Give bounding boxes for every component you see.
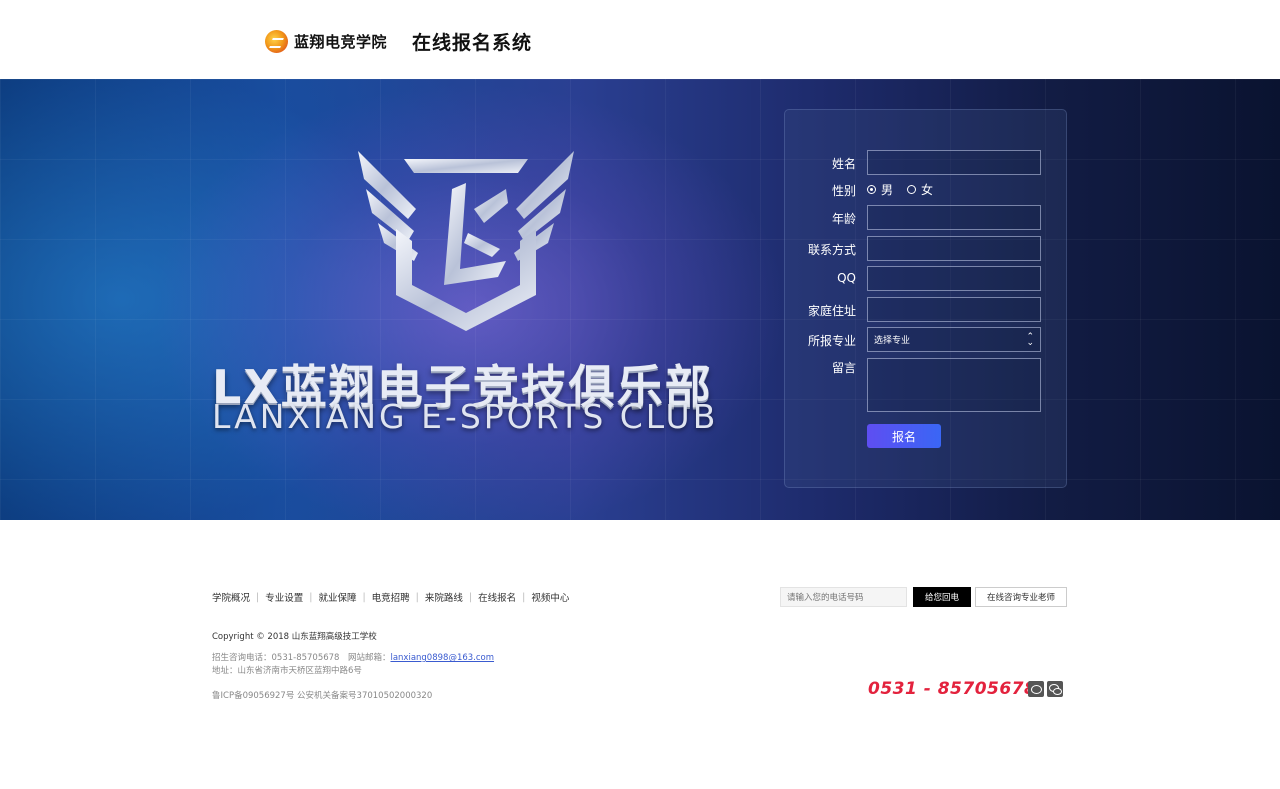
callback-button[interactable]: 给您回电 [913, 587, 971, 607]
submit-button[interactable]: 报名 [867, 424, 941, 448]
hotline-number: 0531 - 85705678 [868, 679, 1037, 699]
major-label: 所报专业 [807, 334, 856, 348]
select-arrows-icon: ⌃ ⌄ [1026, 331, 1034, 348]
banner-texture [0, 79, 1280, 520]
name-input[interactable] [867, 150, 1041, 175]
gender-radio-group: 男 女 [867, 181, 947, 198]
gender-option-male[interactable]: 男 [867, 181, 893, 198]
gender-option-female[interactable]: 女 [907, 181, 933, 198]
gender-option-label: 男 [881, 183, 894, 197]
radio-button-female[interactable] [907, 185, 917, 194]
contact-input[interactable] [867, 236, 1041, 261]
footer-link-recruit[interactable]: 电竞招聘 [372, 590, 410, 604]
major-select[interactable]: 选择专业 ⌃ ⌄ [867, 327, 1041, 352]
name-label: 姓名 [831, 157, 856, 171]
email-link[interactable]: lanxiang0898@163.com [390, 653, 494, 663]
copyright: Copyright © 2018 山东蓝翔高级技工学校 [212, 632, 377, 642]
address-input[interactable] [867, 297, 1041, 322]
footer-nav: 学院概况 | 专业设置 | 就业保障 | 电竞招聘 | 来院路线 | 在线报名 | 视频中心 [212, 590, 570, 605]
logo-text: 蓝翔电竞学院 [294, 33, 388, 51]
logo[interactable]: 蓝翔电竞学院 [265, 30, 387, 53]
footer-link-employment[interactable]: 就业保障 [318, 590, 356, 604]
header: 蓝翔电竞学院 在线报名系统 [0, 0, 1280, 79]
hotline-line: 招生咨询电话：0531-85705678 网站邮箱： [212, 653, 391, 663]
message-textarea[interactable] [867, 358, 1041, 412]
system-title: 在线报名系统 [412, 32, 533, 54]
consult-button[interactable]: 在线咨询专业老师 [975, 587, 1067, 607]
phone-input[interactable] [780, 587, 907, 607]
contact-info: 招生咨询电话：0531-85705678 网站邮箱：lanxiang0898@1… [212, 652, 494, 678]
hero-banner: LX蓝翔电子竞技俱乐部 LANXIANG E-SPORTS CLUB 姓名 性别… [0, 79, 1280, 520]
club-emblem-icon [358, 151, 574, 331]
gender-label: 性别 [831, 184, 856, 198]
qq-label: QQ [837, 271, 856, 285]
age-input[interactable] [867, 205, 1041, 230]
page: 蓝翔电竞学院 在线报名系统 LX蓝翔电子竞技俱乐部 LANXIANG E-SPO… [0, 0, 1280, 789]
weibo-icon[interactable] [1028, 681, 1044, 697]
radio-button-male[interactable] [867, 185, 876, 194]
address-text: 地址：山东省济南市天桥区蓝翔中路6号 [212, 666, 362, 676]
address-label: 家庭住址 [807, 304, 856, 318]
icp-record: 鲁ICP备09056927号 公安机关备案号37010502000320 [212, 691, 433, 701]
message-label: 留言 [831, 361, 856, 375]
footer-link-register[interactable]: 在线报名 [478, 590, 516, 604]
qq-input[interactable] [867, 266, 1041, 291]
contact-label: 联系方式 [807, 243, 856, 257]
club-name-en: LANXIANG E-SPORTS CLUB [212, 397, 719, 436]
footer-link-video[interactable]: 视频中心 [531, 590, 569, 604]
social-links [1028, 681, 1066, 697]
registration-form: 姓名 性别 男 女 年龄 联系方式 QQ 家庭住址 所报专业 选择专业 ⌃ ⌄ … [784, 109, 1067, 488]
gender-option-label: 女 [921, 183, 934, 197]
footer-link-majors[interactable]: 专业设置 [265, 590, 303, 604]
age-label: 年龄 [831, 212, 856, 226]
footer-link-about[interactable]: 学院概况 [212, 590, 250, 604]
callback-bar: 给您回电 在线咨询专业老师 [780, 587, 1067, 607]
footer-link-route[interactable]: 来院路线 [425, 590, 463, 604]
wechat-icon[interactable] [1047, 681, 1063, 697]
logo-icon [265, 30, 288, 53]
major-select-value: 选择专业 [874, 336, 911, 346]
